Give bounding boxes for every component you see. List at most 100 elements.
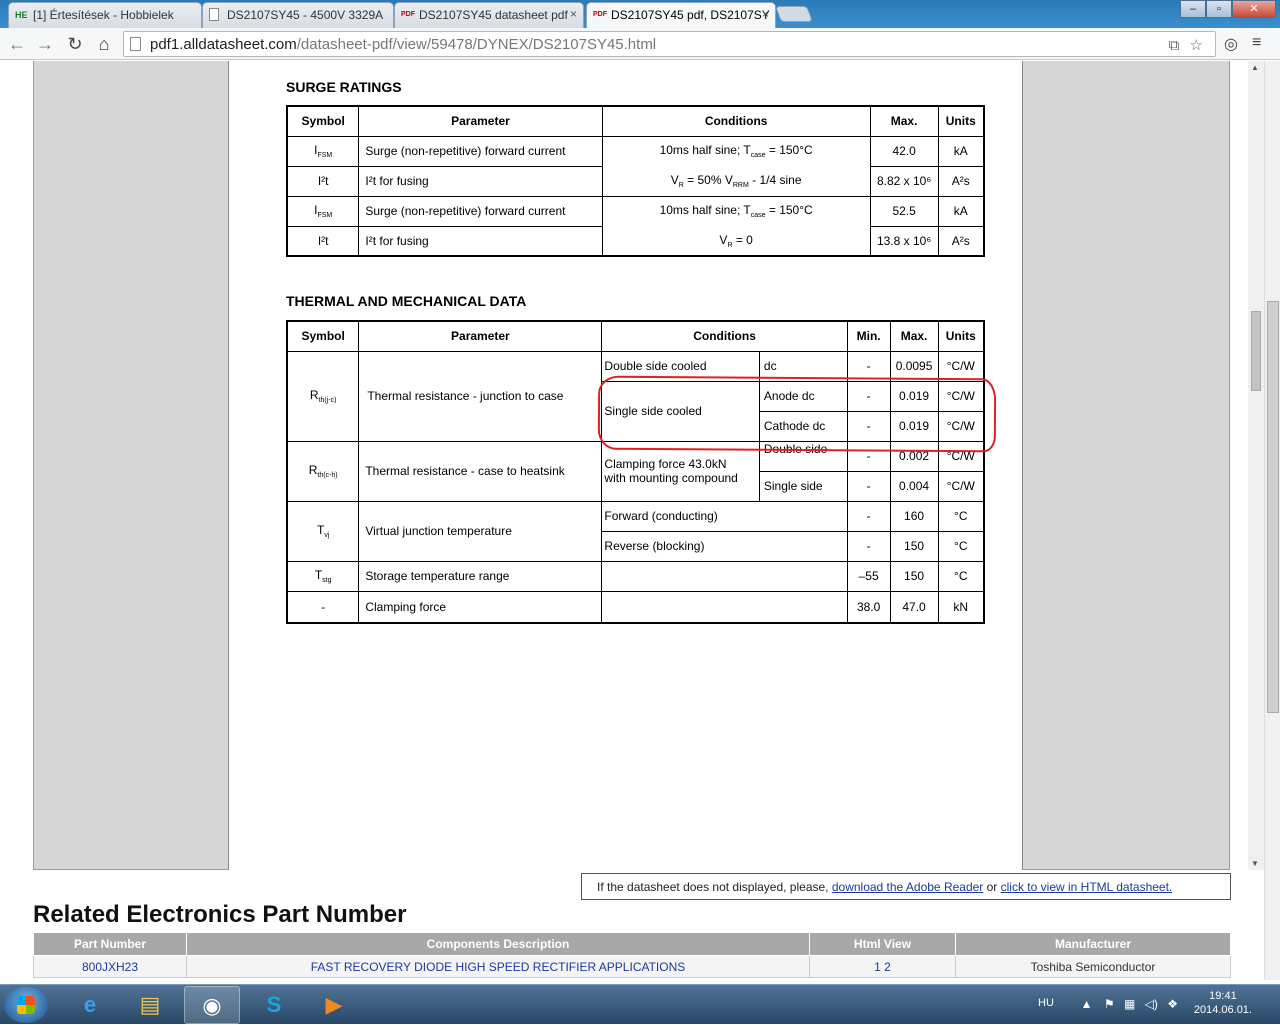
close-tab-icon[interactable]: × (570, 7, 577, 21)
forward-arrow-icon[interactable]: → (34, 33, 56, 55)
symbol-cell: I²t (286, 225, 360, 257)
conditions-sub-cell: Cathode dc (758, 410, 848, 442)
col-manufacturer: Manufacturer (955, 932, 1231, 956)
col-conditions: Conditions (601, 320, 848, 352)
pdf-viewer[interactable]: SURGE RATINGS Symbol Parameter Condition… (33, 61, 1264, 870)
col-min: Min. (846, 320, 891, 352)
extension-icon[interactable]: ◎ (1224, 34, 1238, 54)
internet-explorer-icon[interactable]: e (62, 986, 118, 1024)
pdf-favicon-icon: PDF (593, 11, 607, 18)
tab-title: [1] Értesítések - Hobbielek (33, 8, 174, 22)
max-cell: 8.82 x 10⁶ (869, 165, 939, 197)
unit-cell: °C/W (937, 380, 985, 412)
skype-icon[interactable]: S (246, 986, 302, 1024)
unit-cell: °C (937, 530, 985, 562)
reader-notice: If the datasheet does not displayed, ple… (581, 873, 1231, 900)
html-view-link[interactable]: 1 2 (874, 960, 891, 974)
chrome-icon[interactable]: ◉ (184, 986, 240, 1024)
parameter-cell: Surge (non-repetitive) forward current (358, 135, 603, 167)
show-hidden-icons-icon[interactable]: ▲ (1081, 997, 1093, 1011)
col-max: Max. (869, 105, 939, 137)
volume-icon[interactable]: ◁) (1145, 997, 1158, 1011)
window-controls: – ▫ ✕ (1180, 0, 1276, 18)
description-link[interactable]: FAST RECOVERY DIODE HIGH SPEED RECTIFIER… (311, 960, 686, 974)
max-cell: 0.002 (889, 440, 939, 472)
action-center-flag-icon[interactable]: ⚑ (1104, 997, 1115, 1011)
table-row: I²t I²t for fusing VR = 0 13.8 x 10⁶ A²s (286, 225, 985, 257)
pdf-favicon-icon: PDF (401, 11, 415, 18)
media-player-icon[interactable]: ▶ (306, 986, 362, 1024)
max-cell: 0.019 (889, 410, 939, 442)
surge-ratings-title: SURGE RATINGS (286, 79, 402, 95)
table-row: Rth(j-c) Thermal resistance - junction t… (286, 350, 985, 442)
pdf-scroll-thumb[interactable] (1251, 311, 1261, 391)
parameter-cell: Thermal resistance - case to heatsink (358, 440, 603, 502)
back-arrow-icon[interactable]: ← (6, 33, 28, 55)
min-cell: –55 (846, 560, 891, 592)
close-tab-icon[interactable]: × (762, 7, 769, 21)
max-cell: 42.0 (869, 135, 939, 167)
manufacturer-cell: Toshiba Semiconductor (955, 955, 1231, 978)
part-number-cell: 800JXH23 (33, 955, 187, 978)
file-explorer-icon[interactable]: ▤ (122, 986, 178, 1024)
unit-cell: °C/W (937, 440, 985, 472)
dropbox-icon[interactable]: ❖ (1167, 997, 1178, 1011)
conditions-cell: 10ms half sine; Tcase = 150°C (601, 195, 871, 226)
close-window-icon[interactable]: ✕ (1232, 0, 1276, 18)
clock[interactable]: 19:41 2014.06.01. (1194, 989, 1252, 1017)
unit-cell: A²s (937, 225, 985, 257)
min-cell: - (846, 410, 891, 442)
parameter-cell: Virtual junction temperature (358, 500, 603, 562)
scroll-up-icon[interactable]: ▲ (1251, 63, 1259, 72)
unit-cell: °C/W (937, 350, 985, 382)
tab-ds2107sy45-pdf-active[interactable]: PDF DS2107SY45 pdf, DS2107SY × (586, 2, 776, 28)
omnibox-actions: ⧉ ☆ (1169, 36, 1203, 54)
bookmark-star-icon[interactable]: ☆ (1190, 37, 1203, 54)
table-row: Rth(c-h) Thermal resistance - case to he… (286, 440, 985, 502)
symbol-cell: Tstg (286, 560, 360, 592)
reload-icon[interactable]: ↻ (64, 33, 86, 55)
min-cell: - (846, 500, 891, 532)
unit-cell: kN (937, 590, 985, 624)
thermal-mechanical-title: THERMAL AND MECHANICAL DATA (286, 293, 527, 309)
menu-icon[interactable]: ≡ (1252, 34, 1261, 52)
home-icon[interactable]: ⌂ (93, 33, 115, 55)
unit-cell: °C/W (937, 410, 985, 442)
parameter-cell: Thermal resistance - junction to case (358, 350, 603, 442)
tray-icons: ▲ ⚑ ▦ ◁) ❖ (1081, 997, 1178, 1011)
symbol-cell: Rth(c-h) (286, 440, 360, 502)
scroll-down-icon[interactable]: ▼ (1251, 859, 1259, 868)
download-adobe-reader-link[interactable]: download the Adobe Reader (832, 880, 983, 894)
pdf-scrollbar[interactable]: ▲ ▼ (1248, 61, 1264, 870)
col-description: Components Description (186, 932, 810, 956)
part-number-link[interactable]: 800JXH23 (82, 960, 138, 974)
html-view-cell: 1 2 (809, 955, 956, 978)
address-bar[interactable]: pdf1.alldatasheet.com/datasheet-pdf/view… (123, 31, 1216, 57)
unit-cell: °C/W (937, 470, 985, 502)
tab-hobbielektronika[interactable]: HE [1] Értesítések - Hobbielek (8, 2, 202, 28)
col-max: Max. (889, 320, 939, 352)
unit-cell: kA (937, 195, 985, 227)
tab-ds2107sy45-datasheet[interactable]: PDF DS2107SY45 datasheet pdf × (394, 2, 584, 28)
col-html-view: Html View (809, 932, 956, 956)
max-cell: 47.0 (889, 590, 939, 624)
max-cell: 0.019 (889, 380, 939, 412)
translate-icon[interactable]: ⧉ (1169, 37, 1180, 54)
start-button[interactable] (4, 987, 48, 1023)
html-datasheet-link[interactable]: click to view in HTML datasheet. (1001, 880, 1173, 894)
min-cell: - (846, 530, 891, 562)
page-scroll-thumb[interactable] (1267, 301, 1279, 713)
minimize-icon[interactable]: – (1180, 0, 1206, 18)
tab-ds2107sy45-search[interactable]: DS2107SY45 - 4500V 3329A (202, 2, 394, 28)
conditions-cell: VR = 0 (601, 226, 871, 257)
conditions-cell: VR = 50% VRRM - 1/4 sine (601, 166, 871, 197)
network-icon[interactable]: ▦ (1124, 997, 1135, 1011)
symbol-cell: Rth(j-c) (286, 350, 360, 442)
page-scrollbar[interactable] (1264, 61, 1280, 980)
parameter-cell: Storage temperature range (358, 560, 603, 592)
max-cell: 0.004 (889, 470, 939, 502)
language-indicator[interactable]: HU (1038, 997, 1054, 1009)
conditions-cell: Single side cooled (601, 380, 760, 442)
new-tab-button[interactable] (775, 6, 813, 22)
maximize-icon[interactable]: ▫ (1206, 0, 1232, 18)
